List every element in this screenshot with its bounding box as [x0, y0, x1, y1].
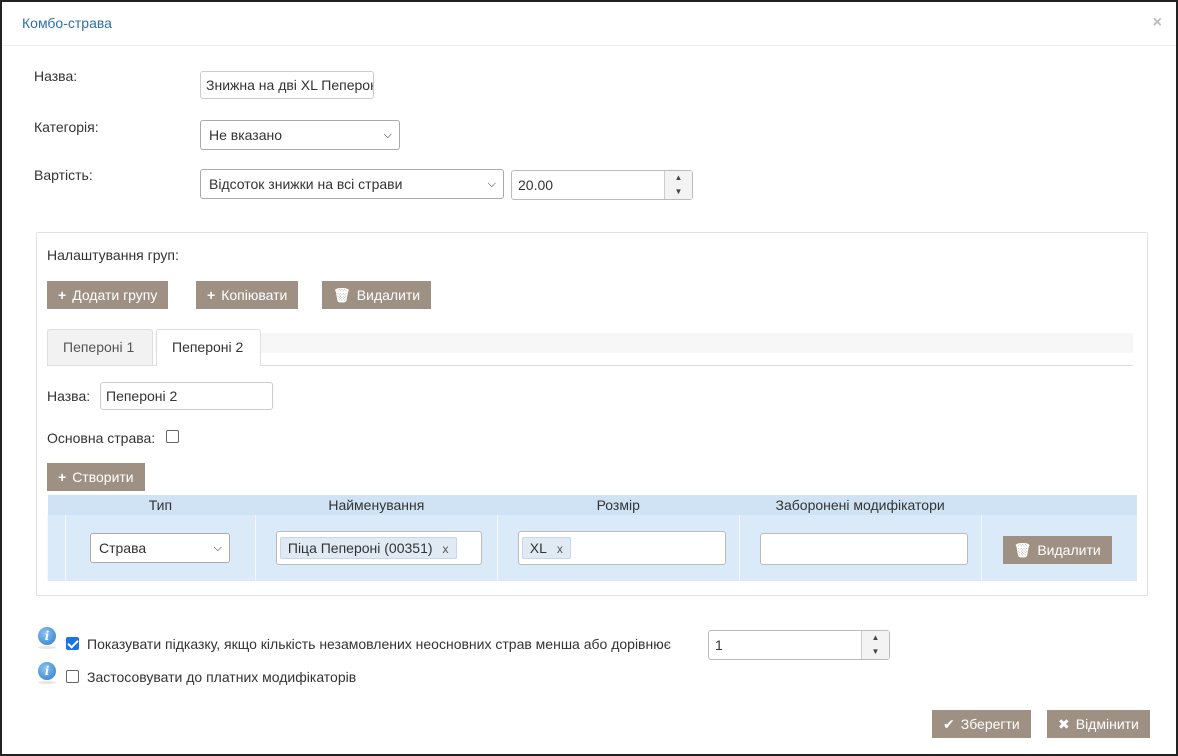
check-icon: ✔: [943, 716, 955, 732]
group-name-input[interactable]: Пепероні 2: [100, 382, 273, 410]
save-button[interactable]: ✔ Зберегти: [932, 710, 1031, 738]
dialog-title: Комбо-страва: [22, 15, 112, 31]
cost-amount-stepper[interactable]: 20.00 ▲ ▼: [511, 170, 693, 200]
stepper-up-icon[interactable]: ▲: [665, 171, 692, 185]
cost-type-select[interactable]: Відсоток знижки на всі страви ⌵: [200, 169, 504, 199]
stepper-down-icon[interactable]: ▼: [665, 185, 692, 199]
cost-type-value: Відсоток знижки на всі страви: [209, 176, 403, 192]
remove-tag-icon[interactable]: x: [443, 542, 449, 556]
hint-checkbox[interactable]: [66, 637, 79, 650]
main-dish-label: Основна страва:: [47, 430, 156, 446]
col-header-type: Тип: [65, 495, 256, 515]
paid-modifiers-checkbox[interactable]: [66, 670, 79, 683]
close-icon[interactable]: ×: [1153, 14, 1162, 32]
copy-group-label: Копіювати: [221, 287, 288, 303]
category-select[interactable]: Не вказано ⌵: [200, 120, 400, 150]
cell-actions: 🗑 Видалити: [980, 515, 1137, 581]
size-tag: XL x: [521, 537, 571, 559]
stepper-arrows[interactable]: ▲ ▼: [861, 631, 889, 659]
plus-icon: +: [207, 287, 216, 303]
cost-label: Вартість:: [34, 167, 93, 183]
table-row: Страва ⌵ Піца Пепероні (00351) x XL x 🗑 …: [47, 515, 1137, 581]
type-select[interactable]: Страва ⌵: [89, 533, 230, 563]
stepper-up-icon[interactable]: ▲: [862, 631, 889, 645]
tabs-strip: [155, 333, 1133, 353]
create-label: Створити: [72, 469, 134, 485]
info-icon[interactable]: i: [38, 662, 56, 684]
stepper-arrows[interactable]: ▲ ▼: [664, 171, 692, 199]
col-header-name: Найменування: [255, 495, 498, 515]
remove-tag-icon[interactable]: x: [557, 542, 563, 556]
table-header-spacer: [47, 495, 66, 515]
category-select-value: Не вказано: [209, 127, 283, 143]
main-dish-checkbox[interactable]: [166, 430, 179, 443]
chevron-down-icon: ⌵: [487, 178, 496, 190]
trash-icon: 🗑: [1013, 542, 1032, 558]
delete-row-button[interactable]: 🗑 Видалити: [1002, 536, 1112, 564]
cancel-label: Відмінити: [1075, 716, 1139, 732]
size-tag-label: XL: [529, 540, 547, 556]
cell-type: Страва ⌵: [64, 515, 256, 581]
dialog-titlebar: Комбо-страва ×: [2, 2, 1176, 46]
combo-dish-dialog: Комбо-страва × Назва: Знижна на дві XL П…: [0, 0, 1178, 756]
name-tag: Піца Пепероні (00351) x: [279, 537, 457, 559]
type-select-value: Страва: [98, 540, 147, 556]
chevron-down-icon: ⌵: [213, 542, 222, 554]
plus-icon: +: [58, 469, 67, 485]
create-button[interactable]: + Створити: [47, 463, 145, 491]
close-icon: ✖: [1058, 716, 1070, 732]
hint-label: Показувати підказку, якщо кількість неза…: [87, 636, 671, 652]
copy-group-button[interactable]: + Копіювати: [196, 281, 299, 309]
delete-row-label: Видалити: [1037, 542, 1101, 558]
category-label: Категорія:: [34, 119, 99, 135]
size-multiselect[interactable]: XL x: [517, 531, 726, 565]
row-handle[interactable]: [47, 515, 66, 581]
stepper-down-icon[interactable]: ▼: [862, 645, 889, 659]
groups-panel: Налаштування груп: + Додати групу + Копіюв…: [36, 232, 1148, 596]
info-icon[interactable]: i: [38, 627, 56, 649]
col-header-size: Розмір: [497, 495, 740, 515]
tab-peperoni-1[interactable]: Пепероні 1: [47, 329, 153, 365]
plus-icon: +: [58, 287, 67, 303]
name-multiselect[interactable]: Піца Пепероні (00351) x: [275, 531, 482, 565]
groups-heading: Налаштування груп:: [47, 247, 179, 263]
hint-count-stepper[interactable]: 1 ▲ ▼: [708, 630, 890, 660]
delete-group-button[interactable]: 🗑 Видалити: [322, 281, 432, 309]
forbidden-modifiers-input[interactable]: [759, 533, 968, 565]
chevron-down-icon: ⌵: [383, 129, 392, 141]
cell-name: Піца Пепероні (00351) x: [254, 515, 498, 581]
items-table: Тип Найменування Розмір Заборонені модиф…: [47, 495, 1137, 581]
cell-size: XL x: [496, 515, 740, 581]
table-header-row: Тип Найменування Розмір Заборонені модиф…: [47, 495, 1137, 515]
name-label: Назва:: [34, 68, 78, 84]
cost-amount-value: 20.00: [518, 177, 554, 193]
trash-icon: 🗑: [333, 287, 351, 303]
cancel-button[interactable]: ✖ Відмінити: [1047, 710, 1150, 738]
name-input[interactable]: Знижна на дві XL Пепероні: [200, 71, 374, 99]
col-header-forbidden: Заборонені модифікатори: [739, 495, 982, 515]
group-name-label: Назва:: [47, 388, 91, 404]
paid-modifiers-label: Застосовувати до платних модифікаторів: [87, 669, 357, 685]
hint-count-value: 1: [715, 637, 723, 653]
save-label: Зберегти: [960, 716, 1020, 732]
col-header-actions: [981, 495, 1137, 515]
name-tag-label: Піца Пепероні (00351): [287, 540, 433, 556]
tab-peperoni-2[interactable]: Пепероні 2: [156, 329, 261, 366]
delete-group-label: Видалити: [356, 287, 421, 303]
add-group-label: Додати групу: [72, 287, 158, 303]
add-group-button[interactable]: + Додати групу: [47, 281, 169, 309]
cell-forbidden: [738, 515, 982, 581]
